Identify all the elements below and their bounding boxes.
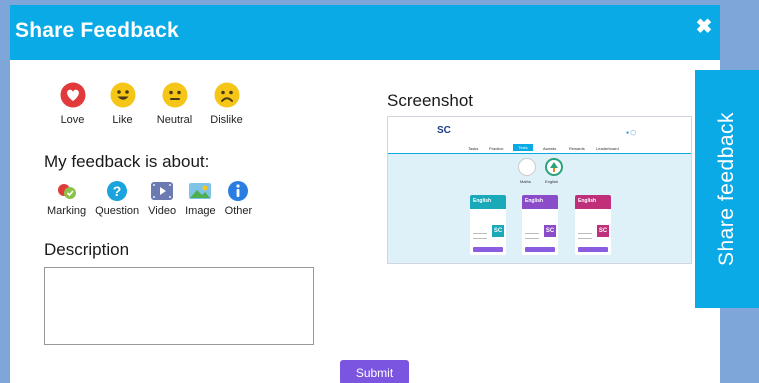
thumbnail-subject-label: Maths <box>520 179 531 184</box>
screenshot-thumbnail: SC Tasks Practice Tests Awards Rewards L… <box>387 116 692 264</box>
category-label: Image <box>185 205 216 217</box>
modal-title: Share Feedback <box>15 19 179 42</box>
category-other[interactable]: Other <box>224 180 253 217</box>
thumbnail-user-icon: ● ◯ <box>626 130 637 136</box>
reaction-label: Like <box>112 114 133 126</box>
reaction-dislike[interactable]: Dislike <box>200 82 253 126</box>
category-label: Other <box>224 205 253 217</box>
category-label: Question <box>95 205 140 217</box>
thumbnail-subject-maths <box>518 158 536 176</box>
description-title: Description <box>44 240 130 259</box>
thumbnail-nav-item: Rewards <box>569 146 585 151</box>
about-title: My feedback is about: <box>44 152 210 171</box>
category-question[interactable]: ? Question <box>95 180 139 217</box>
thumbnail-subject-english <box>545 158 563 176</box>
thumbnail-card: English SC <box>522 195 558 255</box>
close-icon[interactable]: ✖ <box>694 17 714 37</box>
thumbnail-header: SC Tasks Practice Tests Awards Rewards L… <box>388 117 691 153</box>
category-marking[interactable]: Marking <box>47 180 86 217</box>
reaction-label: Neutral <box>156 114 193 126</box>
thumbnail-nav-item: Awards <box>543 146 557 151</box>
modal-header: Share Feedback ✖ <box>10 5 720 60</box>
smile-face-icon <box>110 82 135 108</box>
reaction-love[interactable]: Love <box>46 82 99 126</box>
thumbnail-logo: SC <box>437 125 451 136</box>
question-icon: ? <box>104 180 130 202</box>
thumbnail-card-logo: SC <box>544 225 556 237</box>
svg-text:?: ? <box>113 183 122 199</box>
thumbnail-card-logo: SC <box>597 225 609 237</box>
screenshot-title: Screenshot <box>387 91 473 110</box>
thumbnail-nav-item: Tasks <box>468 146 479 151</box>
category-image[interactable]: Image <box>185 180 216 217</box>
category-label: Marking <box>47 205 87 217</box>
frown-face-icon <box>214 82 239 108</box>
feedback-modal: Share Feedback ✖ Love Like Neutral Disli… <box>10 5 720 383</box>
category-label: Video <box>148 205 177 217</box>
marking-icon <box>54 180 80 202</box>
share-feedback-tab[interactable]: Share feedback <box>695 70 759 308</box>
video-icon <box>149 180 175 202</box>
reaction-like[interactable]: Like <box>96 82 149 126</box>
neutral-face-icon <box>162 82 187 108</box>
thumbnail-nav-item: Leaderboard <box>596 146 619 151</box>
image-icon <box>187 180 213 202</box>
category-video[interactable]: Video <box>148 180 176 217</box>
thumbnail-card: English SC <box>575 195 611 255</box>
heart-face-icon <box>60 82 85 108</box>
thumbnail-body: Maths English English SC English SC Engl… <box>388 153 691 263</box>
thumbnail-card-title: English <box>578 198 597 204</box>
reaction-label: Dislike <box>210 114 243 126</box>
thumbnail-card-title: English <box>525 198 544 204</box>
thumbnail-nav-active: Tests <box>513 144 533 151</box>
thumbnail-subject-label: English <box>545 179 559 184</box>
category-group: Marking ? Question Video Image Other <box>47 180 261 217</box>
thumbnail-card-title: English <box>473 198 492 204</box>
description-input[interactable] <box>44 267 314 345</box>
thumbnail-card: English SC <box>470 195 506 255</box>
reaction-label: Love <box>60 114 85 126</box>
info-icon <box>225 180 251 202</box>
reaction-group: Love Like Neutral Dislike <box>46 82 253 126</box>
thumbnail-card-logo: SC <box>492 225 504 237</box>
share-feedback-tab-label: Share feedback <box>715 111 738 267</box>
submit-button[interactable]: Submit <box>340 360 409 383</box>
thumbnail-nav-item: Practice <box>489 146 504 151</box>
reaction-neutral[interactable]: Neutral <box>149 82 200 126</box>
